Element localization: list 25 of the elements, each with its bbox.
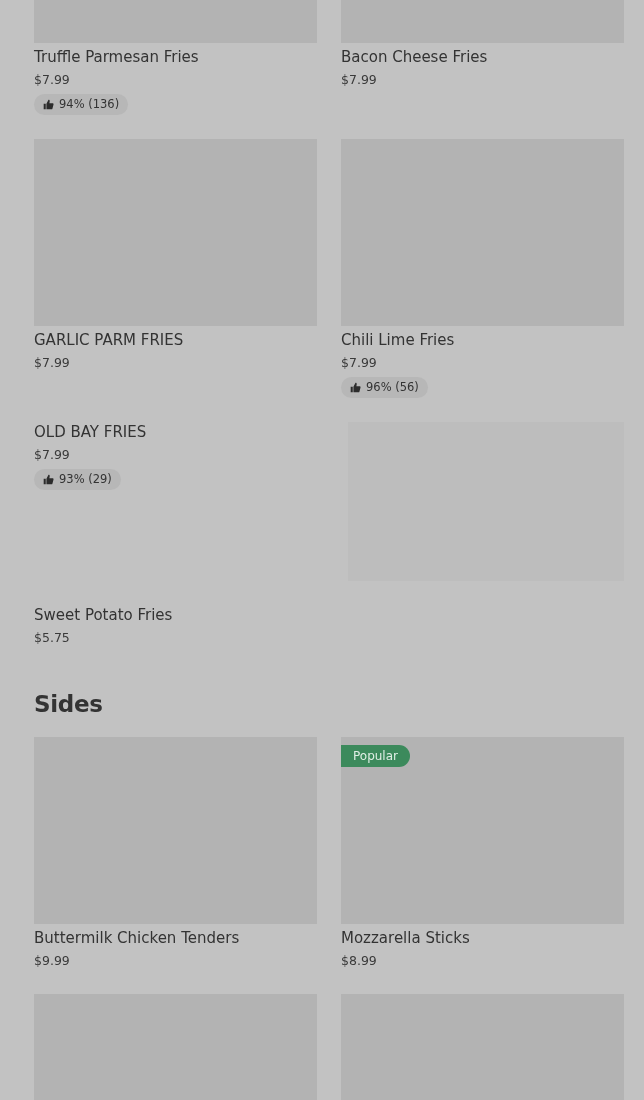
item-price: $7.99 (341, 354, 377, 372)
item-name[interactable]: Bacon Cheese Fries (341, 47, 488, 67)
thumbs-up-icon (43, 474, 54, 485)
item-name[interactable]: Truffle Parmesan Fries (34, 47, 199, 67)
item-price: $7.99 (34, 354, 70, 372)
thumbs-up-icon (350, 382, 361, 393)
item-price: $8.99 (341, 952, 377, 970)
item-name[interactable]: GARLIC PARM FRIES (34, 330, 184, 350)
item-price: $9.99 (34, 952, 70, 970)
rating-text: 96% (56) (366, 380, 419, 395)
image-placeholder[interactable] (341, 737, 624, 924)
item-price: $7.99 (34, 446, 70, 464)
item-name[interactable]: Sweet Potato Fries (34, 605, 173, 625)
item-price: $7.99 (341, 71, 377, 89)
item-name[interactable]: OLD BAY FRIES (34, 422, 147, 442)
section-heading: Sides (34, 691, 104, 717)
item-name[interactable]: Buttermilk Chicken Tenders (34, 928, 240, 948)
thumbs-up-icon (43, 99, 54, 110)
item-name[interactable]: Mozzarella Sticks (341, 928, 470, 948)
item-price: $7.99 (34, 71, 70, 89)
rating-text: 94% (136) (59, 97, 120, 112)
item-price: $5.75 (34, 629, 70, 647)
item-name[interactable]: Chili Lime Fries (341, 330, 455, 350)
rating-text: 93% (29) (59, 472, 112, 487)
popular-badge: Popular (341, 745, 410, 767)
